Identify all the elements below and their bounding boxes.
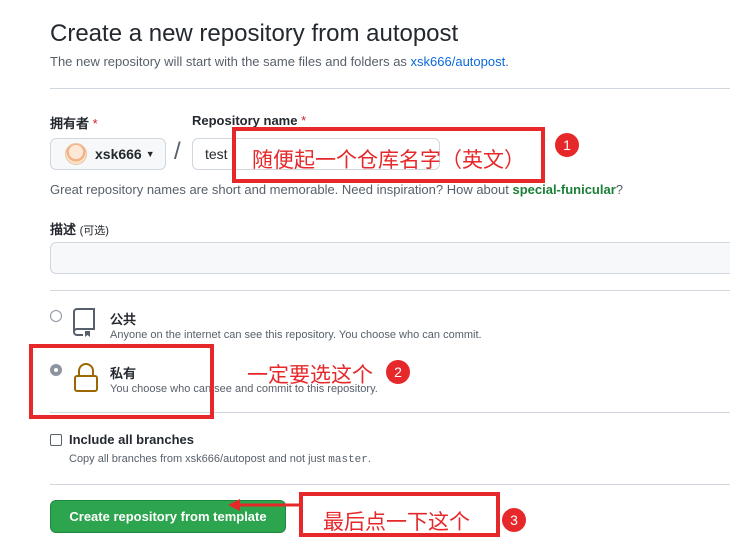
public-title: 公共	[110, 312, 137, 327]
annotation-badge-1: 1	[555, 133, 579, 157]
repo-icon	[72, 307, 98, 337]
avatar	[65, 143, 87, 165]
description-optional: (可选)	[79, 225, 109, 237]
description-label: 描述 (可选)	[50, 219, 109, 238]
name-suggestion[interactable]: special-funicular	[512, 182, 615, 197]
template-link[interactable]: xsk666/autopost	[411, 54, 506, 69]
page-subtitle: The new repository will start with the s…	[50, 54, 509, 69]
owner-value: xsk666	[95, 146, 142, 162]
owner-label: 拥有者 *	[50, 113, 98, 132]
repo-name-label-text: Repository name	[192, 113, 298, 128]
repo-name-required-mark: *	[301, 113, 307, 128]
owner-repo-separator: /	[174, 138, 181, 165]
hint-suffix: ?	[615, 182, 624, 197]
branches-desc-suffix: .	[367, 453, 371, 465]
page-title: Create a new repository from autopost	[50, 20, 459, 47]
arrow-left-icon	[226, 498, 302, 512]
divider	[50, 88, 730, 89]
branch-code: master	[328, 454, 368, 466]
annotation-badge-2: 2	[386, 360, 410, 384]
subtitle-text: The new repository will start with the s…	[50, 54, 411, 69]
public-desc: Anyone on the internet can see this repo…	[110, 329, 482, 341]
owner-label-text: 拥有者	[50, 116, 90, 131]
annotation-text-3: 最后点一下这个	[323, 511, 470, 534]
annotation-badge-3: 3	[502, 508, 526, 532]
annotation-box-2	[29, 344, 214, 419]
name-hint: Great repository names are short and mem…	[50, 182, 623, 197]
owner-select-button[interactable]: xsk666 ▼	[50, 138, 166, 170]
description-input[interactable]	[50, 242, 730, 274]
include-branches-desc: Copy all branches from xsk666/autopost a…	[69, 453, 371, 466]
chevron-down-icon: ▼	[145, 149, 155, 159]
divider	[50, 290, 730, 291]
include-branches-checkbox[interactable]	[50, 434, 62, 446]
annotation-text-2: 一定要选这个	[247, 364, 373, 387]
annotation-text-1: 随便起一个仓库名字（英文）	[252, 149, 525, 172]
owner-required-mark: *	[92, 116, 98, 131]
include-branches-label[interactable]: Include all branches	[69, 432, 194, 447]
branches-desc-text: Copy all branches from xsk666/autopost a…	[69, 453, 329, 465]
repo-name-label: Repository name *	[192, 113, 306, 128]
visibility-public-radio[interactable]	[50, 310, 62, 322]
hint-text: Great repository names are short and mem…	[50, 182, 513, 197]
divider	[50, 484, 730, 485]
description-label-text: 描述	[50, 222, 77, 237]
subtitle-suffix: .	[505, 54, 509, 69]
